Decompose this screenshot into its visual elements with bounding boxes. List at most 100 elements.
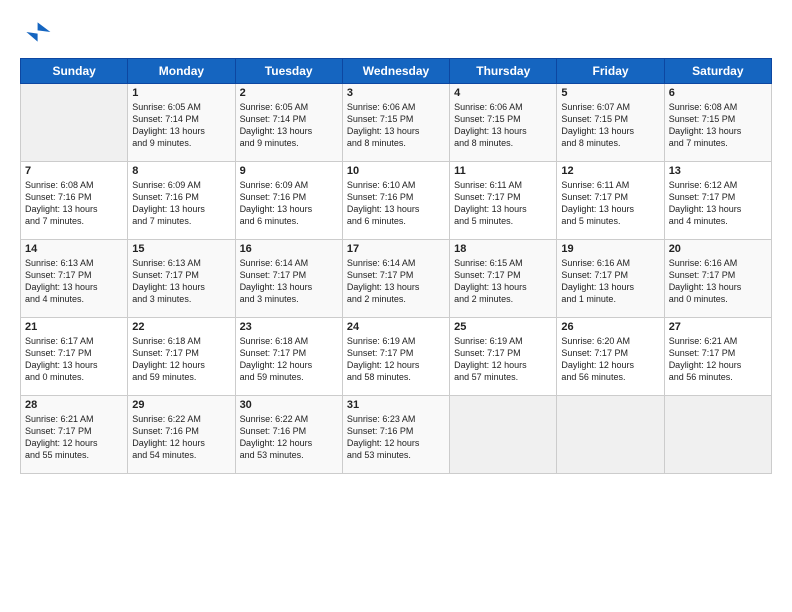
cell-info: Sunrise: 6:22 AM Sunset: 7:16 PM Dayligh… — [132, 413, 230, 462]
header-cell-sunday: Sunday — [21, 59, 128, 84]
date-number: 13 — [669, 165, 767, 177]
calendar-cell: 26Sunrise: 6:20 AM Sunset: 7:17 PM Dayli… — [557, 318, 664, 396]
date-number: 25 — [454, 321, 552, 333]
date-number: 31 — [347, 399, 445, 411]
cell-info: Sunrise: 6:17 AM Sunset: 7:17 PM Dayligh… — [25, 335, 123, 384]
calendar-cell: 16 Sunrise: 6:14 AM Sunset: 7:17 PM Dayli… — [235, 240, 342, 318]
calendar-cell: 7 Sunrise: 6:08 AM Sunset: 7:16 PM Daylig… — [21, 162, 128, 240]
cell-info: Sunrise: 6:13 AM Sunset: 7:17 PM Dayligh… — [132, 257, 230, 306]
cell-info: Sunrise: 6:08 AM Sunset: 7:16 PM Dayligh… — [25, 179, 123, 228]
cell-info: Sunrise: 6:19 AM Sunset: 7:17 PM Dayligh… — [347, 335, 445, 384]
date-number: 21 — [25, 321, 123, 333]
cell-info: Sunrise: 6:05 AM Sunset: 7:14 PM Dayligh… — [240, 101, 338, 150]
calendar-cell: 9Sunrise: 6:09 AM Sunset: 7:16 PM Daylig… — [235, 162, 342, 240]
date-number: 17 — [347, 243, 445, 255]
cell-info: Sunrise: 6:23 AM Sunset: 7:16 PM Dayligh… — [347, 413, 445, 462]
cell-info: Sunrise: 6:09 AM Sunset: 7:16 PM Dayligh… — [240, 179, 338, 228]
cell-info: Sunrise: 6:10 AM Sunset: 7:16 PM Dayligh… — [347, 179, 445, 228]
date-number: 15 — [132, 243, 230, 255]
header-cell-friday: Friday — [557, 59, 664, 84]
date-number: 10 — [347, 165, 445, 177]
date-number: 18 — [454, 243, 552, 255]
cell-info: Sunrise: 6:08 AM Sunset: 7:15 PM Dayligh… — [669, 101, 767, 150]
calendar-cell: 29 Sunrise: 6:22 AM Sunset: 7:16 PM Dayli… — [128, 396, 235, 474]
date-number: 29 — [132, 399, 230, 411]
calendar-header: SundayMondayTuesdayWednesdayThursdayFrid… — [21, 59, 772, 84]
cell-info: Sunrise: 6:11 AM Sunset: 7:17 PM Dayligh… — [561, 179, 659, 228]
calendar-cell: 11Sunrise: 6:11 AM Sunset: 7:17 PM Dayli… — [450, 162, 557, 240]
cell-info: Sunrise: 6:18 AM Sunset: 7:17 PM Dayligh… — [240, 335, 338, 384]
calendar-table: SundayMondayTuesdayWednesdayThursdayFrid… — [20, 58, 772, 474]
cell-info: Sunrise: 6:16 AM Sunset: 7:17 PM Dayligh… — [669, 257, 767, 306]
date-number: 16 — [240, 243, 338, 255]
cell-info: Sunrise: 6:13 AM Sunset: 7:17 PM Dayligh… — [25, 257, 123, 306]
calendar-cell: 8 Sunrise: 6:09 AM Sunset: 7:16 PM Daylig… — [128, 162, 235, 240]
calendar-cell: 3 Sunrise: 6:06 AM Sunset: 7:15 PM Daylig… — [342, 84, 449, 162]
cell-info: Sunrise: 6:14 AM Sunset: 7:17 PM Dayligh… — [347, 257, 445, 306]
calendar-cell: 14 Sunrise: 6:13 AM Sunset: 7:17 PM Dayli… — [21, 240, 128, 318]
calendar-body: 1 Sunrise: 6:05 AM Sunset: 7:14 PM Daylig… — [21, 84, 772, 474]
cell-info: Sunrise: 6:15 AM Sunset: 7:17 PM Dayligh… — [454, 257, 552, 306]
date-number: 19 — [561, 243, 659, 255]
week-row-3: 14 Sunrise: 6:13 AM Sunset: 7:17 PM Dayli… — [21, 240, 772, 318]
date-number: 27 — [669, 321, 767, 333]
header-cell-saturday: Saturday — [664, 59, 771, 84]
calendar-cell: 21 Sunrise: 6:17 AM Sunset: 7:17 PM Dayli… — [21, 318, 128, 396]
calendar-cell — [450, 396, 557, 474]
cell-info: Sunrise: 6:06 AM Sunset: 7:15 PM Dayligh… — [347, 101, 445, 150]
calendar-cell: 22 Sunrise: 6:18 AM Sunset: 7:17 PM Dayli… — [128, 318, 235, 396]
calendar-cell: 25 Sunrise: 6:19 AM Sunset: 7:17 PM Dayli… — [450, 318, 557, 396]
cell-info: Sunrise: 6:07 AM Sunset: 7:15 PM Dayligh… — [561, 101, 659, 150]
date-number: 12 — [561, 165, 659, 177]
date-number: 6 — [669, 87, 767, 99]
calendar-cell — [664, 396, 771, 474]
calendar-cell: 18 Sunrise: 6:15 AM Sunset: 7:17 PM Dayli… — [450, 240, 557, 318]
date-number: 24 — [347, 321, 445, 333]
date-number: 14 — [25, 243, 123, 255]
calendar-cell — [557, 396, 664, 474]
calendar-cell: 10 Sunrise: 6:10 AM Sunset: 7:16 PM Dayli… — [342, 162, 449, 240]
cell-info: Sunrise: 6:06 AM Sunset: 7:15 PM Dayligh… — [454, 101, 552, 150]
logo — [20, 16, 56, 48]
calendar-cell: 1Sunrise: 6:05 AM Sunset: 7:14 PM Daylig… — [128, 84, 235, 162]
date-number: 30 — [240, 399, 338, 411]
calendar-cell: 5 Sunrise: 6:07 AM Sunset: 7:15 PM Daylig… — [557, 84, 664, 162]
cell-info: Sunrise: 6:14 AM Sunset: 7:17 PM Dayligh… — [240, 257, 338, 306]
cell-info: Sunrise: 6:18 AM Sunset: 7:17 PM Dayligh… — [132, 335, 230, 384]
calendar-cell: 20 Sunrise: 6:16 AM Sunset: 7:17 PM Dayli… — [664, 240, 771, 318]
page: SundayMondayTuesdayWednesdayThursdayFrid… — [0, 0, 792, 484]
header — [20, 16, 772, 48]
date-number: 4 — [454, 87, 552, 99]
date-number: 7 — [25, 165, 123, 177]
date-number: 1 — [132, 87, 230, 99]
date-number: 28 — [25, 399, 123, 411]
header-cell-monday: Monday — [128, 59, 235, 84]
calendar-cell: 31 Sunrise: 6:23 AM Sunset: 7:16 PM Dayli… — [342, 396, 449, 474]
header-cell-wednesday: Wednesday — [342, 59, 449, 84]
calendar-cell: 28Sunrise: 6:21 AM Sunset: 7:17 PM Dayli… — [21, 396, 128, 474]
week-row-2: 7 Sunrise: 6:08 AM Sunset: 7:16 PM Daylig… — [21, 162, 772, 240]
logo-icon — [20, 16, 52, 48]
calendar-cell: 6 Sunrise: 6:08 AM Sunset: 7:15 PM Daylig… — [664, 84, 771, 162]
date-number: 20 — [669, 243, 767, 255]
cell-info: Sunrise: 6:16 AM Sunset: 7:17 PM Dayligh… — [561, 257, 659, 306]
date-number: 22 — [132, 321, 230, 333]
date-number: 8 — [132, 165, 230, 177]
date-number: 23 — [240, 321, 338, 333]
cell-info: Sunrise: 6:19 AM Sunset: 7:17 PM Dayligh… — [454, 335, 552, 384]
date-number: 3 — [347, 87, 445, 99]
week-row-4: 21 Sunrise: 6:17 AM Sunset: 7:17 PM Dayli… — [21, 318, 772, 396]
header-cell-thursday: Thursday — [450, 59, 557, 84]
calendar-cell: 17 Sunrise: 6:14 AM Sunset: 7:17 PM Dayli… — [342, 240, 449, 318]
cell-info: Sunrise: 6:22 AM Sunset: 7:16 PM Dayligh… — [240, 413, 338, 462]
calendar-cell — [21, 84, 128, 162]
cell-info: Sunrise: 6:21 AM Sunset: 7:17 PM Dayligh… — [669, 335, 767, 384]
calendar-cell: 15 Sunrise: 6:13 AM Sunset: 7:17 PM Dayli… — [128, 240, 235, 318]
date-number: 5 — [561, 87, 659, 99]
calendar-cell: 27 Sunrise: 6:21 AM Sunset: 7:17 PM Dayli… — [664, 318, 771, 396]
calendar-cell: 30 Sunrise: 6:22 AM Sunset: 7:16 PM Dayli… — [235, 396, 342, 474]
calendar-cell: 4 Sunrise: 6:06 AM Sunset: 7:15 PM Daylig… — [450, 84, 557, 162]
calendar-cell: 2Sunrise: 6:05 AM Sunset: 7:14 PM Daylig… — [235, 84, 342, 162]
week-row-1: 1 Sunrise: 6:05 AM Sunset: 7:14 PM Daylig… — [21, 84, 772, 162]
cell-info: Sunrise: 6:09 AM Sunset: 7:16 PM Dayligh… — [132, 179, 230, 228]
